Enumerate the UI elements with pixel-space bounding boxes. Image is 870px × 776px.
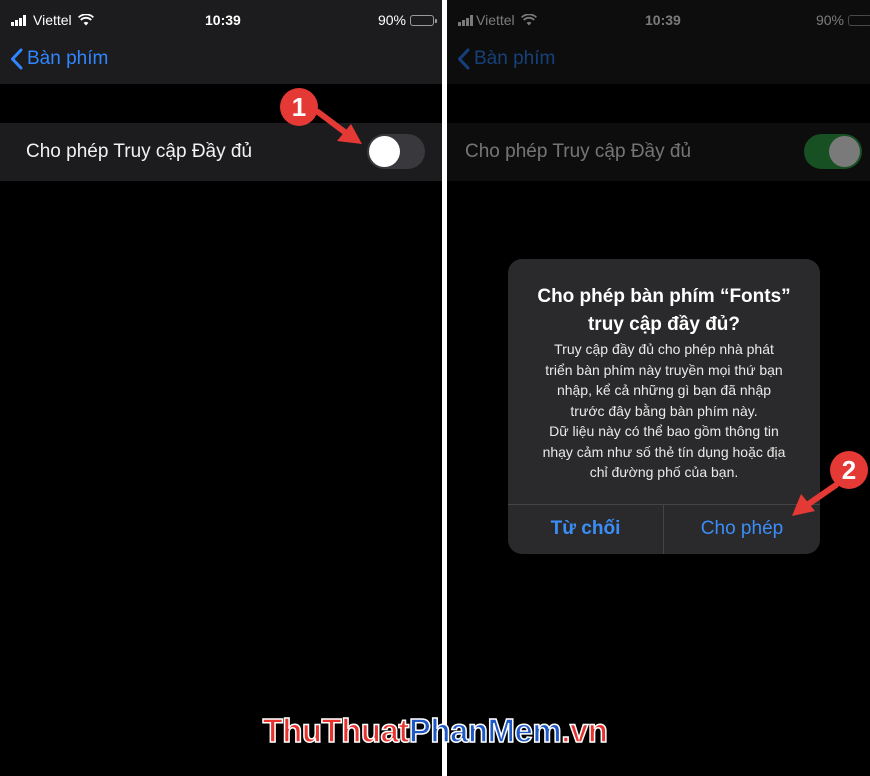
arrow-icon [792, 482, 839, 516]
step-1-badge: 1 [280, 88, 318, 126]
watermark: ThuThuatPhanMem.vn [0, 711, 870, 750]
arrow-icon [315, 109, 362, 144]
watermark-part3: .vn [560, 711, 608, 750]
watermark-part1: ThuThuat [262, 711, 410, 750]
watermark-part2: PhanMem [408, 711, 562, 750]
annotation-arrows [315, 109, 839, 516]
step-2-badge: 2 [830, 451, 868, 489]
